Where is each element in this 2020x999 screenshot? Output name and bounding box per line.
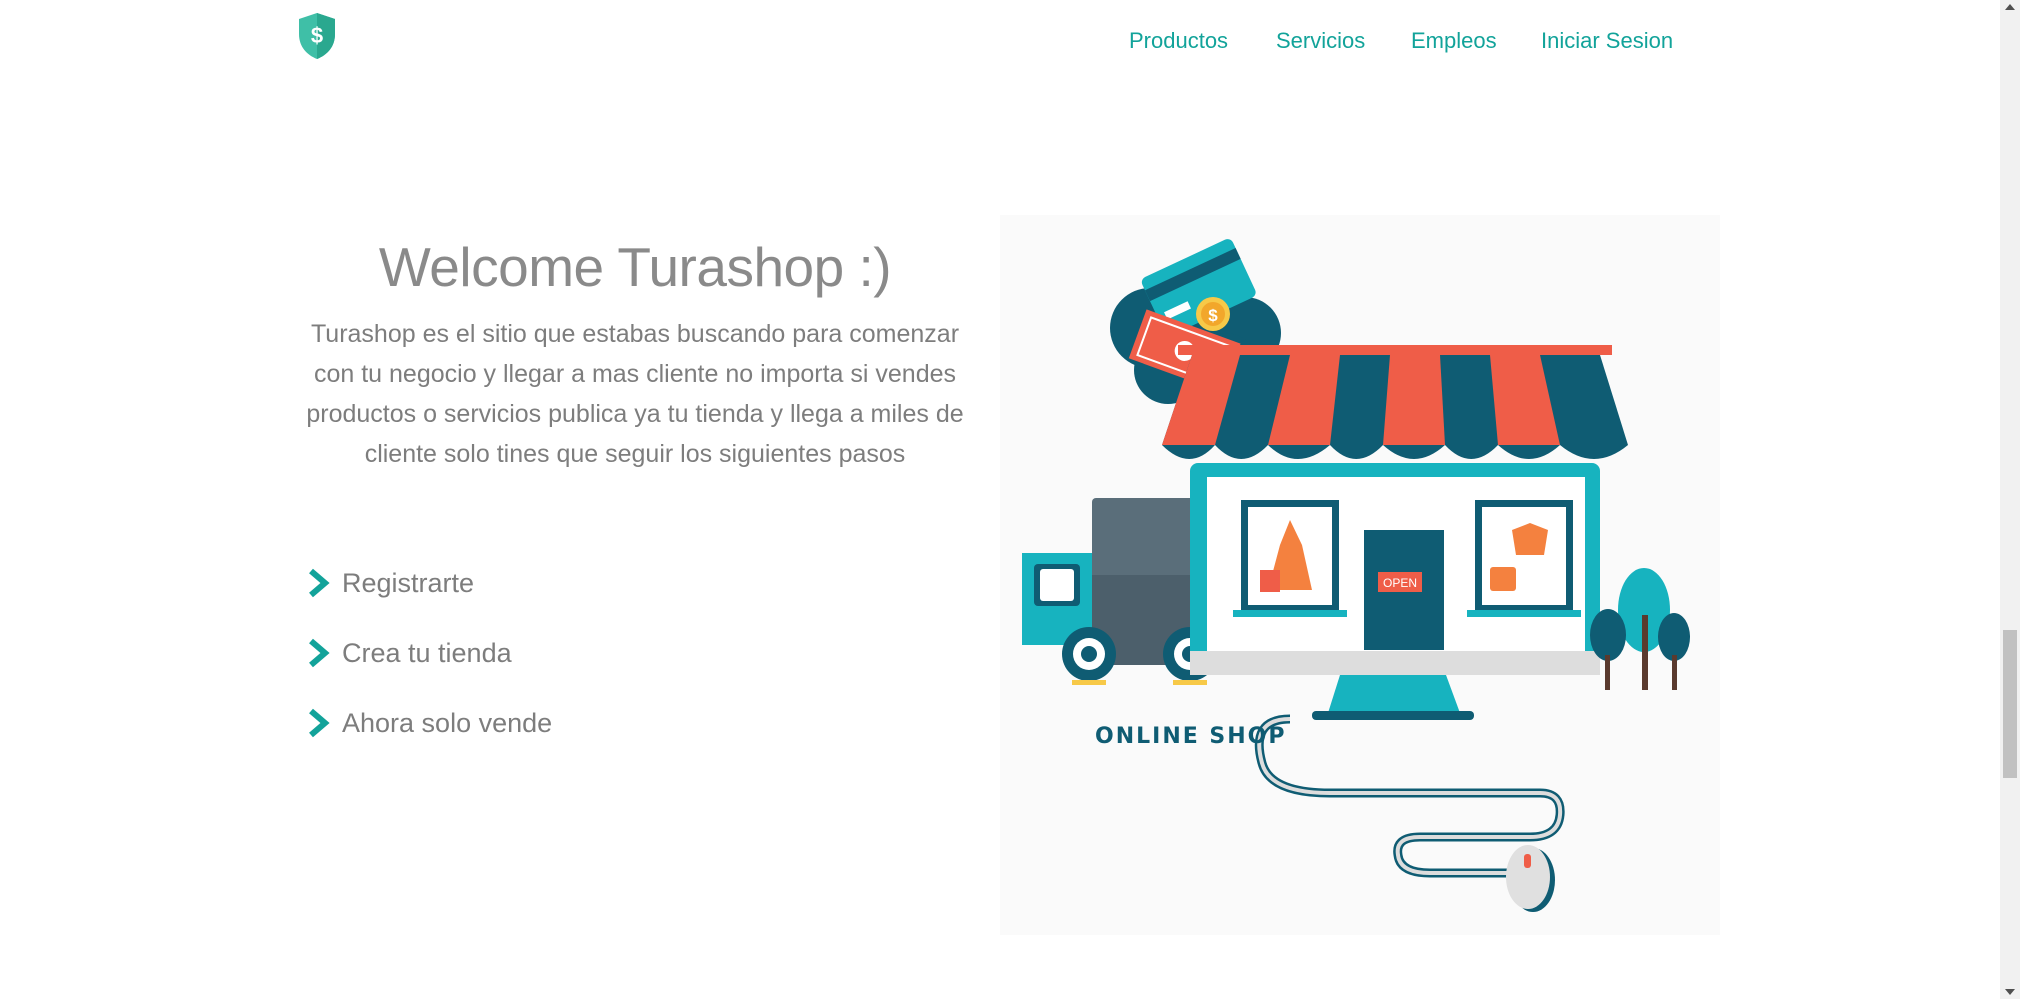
chevron-right-icon: [309, 638, 330, 668]
page: $ Productos Servicios Empleos Iniciar Se…: [0, 0, 2000, 999]
nav-productos-link[interactable]: Productos: [1129, 28, 1228, 54]
door-open-sign: OPEN: [1383, 576, 1417, 590]
step-item: Registrarte: [306, 548, 552, 618]
hero-description: Turashop es el sitio que estabas buscand…: [306, 320, 964, 468]
step-item: Crea tu tienda: [306, 618, 552, 688]
nav-servicios-link[interactable]: Servicios: [1276, 28, 1365, 54]
main-nav: Productos Servicios Empleos Iniciar Sesi…: [0, 28, 2000, 62]
online-shop-illustration: $ OPEN ONLINE SHOP: [1000, 215, 1720, 935]
step-label: Crea tu tienda: [342, 637, 512, 668]
vertical-scrollbar[interactable]: [2000, 0, 2020, 999]
hero-title: Welcome Turashop :): [378, 236, 892, 298]
step-label: Registrarte: [342, 567, 475, 598]
nav-iniciar-sesion-link[interactable]: Iniciar Sesion: [1541, 28, 1673, 54]
scroll-down-arrow-icon[interactable]: [2005, 989, 2015, 995]
steps-list: Registrarte Crea tu tienda Ahora solo ve…: [306, 548, 552, 758]
coin-symbol: $: [1208, 306, 1218, 325]
scrollbar-thumb[interactable]: [2003, 630, 2017, 778]
trees-icon: [1590, 568, 1690, 690]
step-item: Ahora solo vende: [306, 688, 552, 758]
online-shop-caption: ONLINE SHOP: [1095, 724, 1287, 749]
step-label: Ahora solo vende: [342, 707, 553, 738]
scroll-up-arrow-icon[interactable]: [2005, 4, 2015, 10]
delivery-truck-icon: [1022, 498, 1218, 685]
nav-empleos-link[interactable]: Empleos: [1411, 28, 1497, 54]
chevron-right-icon: [309, 708, 330, 738]
storefront-monitor-icon: OPEN: [1162, 345, 1628, 720]
chevron-right-icon: [309, 568, 330, 598]
